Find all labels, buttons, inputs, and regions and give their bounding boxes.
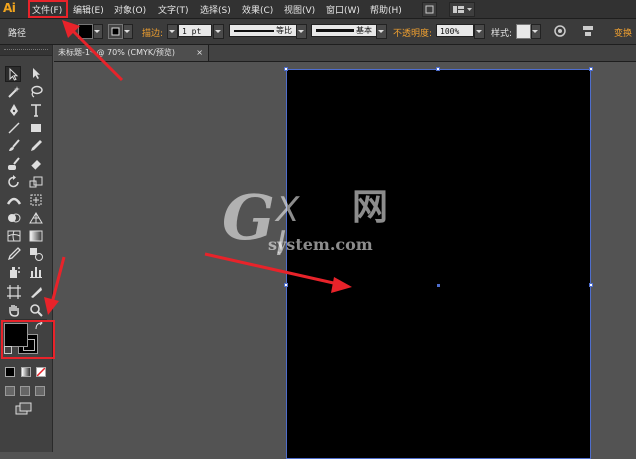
annotation-arrows [44,20,352,315]
